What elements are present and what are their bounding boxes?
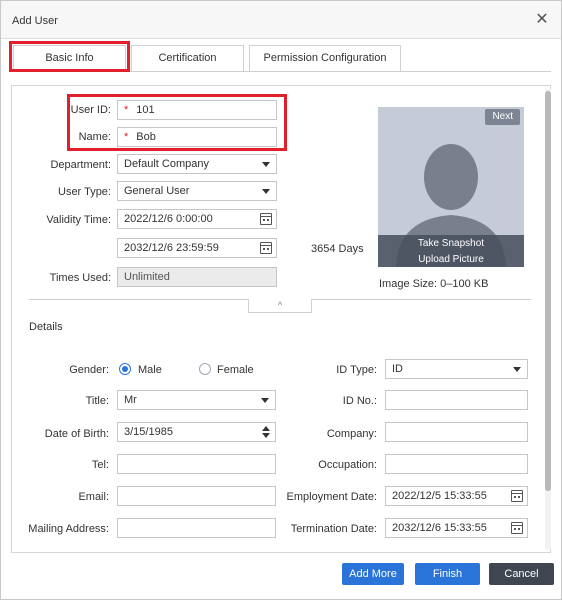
chevron-up-icon: ^ <box>277 300 283 310</box>
title-value: Mr <box>124 394 137 406</box>
email-label: Email: <box>78 491 109 503</box>
gender-male-label: Male <box>138 364 162 376</box>
id-name-highlight-box <box>67 94 287 151</box>
employment-date-field[interactable]: 2022/12/5 15:33:55 <box>385 486 528 506</box>
validity-start-value: 2022/12/6 0:00:00 <box>124 213 213 225</box>
tel-label: Tel: <box>91 459 109 471</box>
validity-time-label: Validity Time: <box>46 214 111 226</box>
close-icon[interactable]: ✕ <box>533 11 551 29</box>
user-type-value: General User <box>124 185 190 197</box>
tab-permission-configuration[interactable]: Permission Configuration <box>249 45 401 71</box>
finish-button[interactable]: Finish <box>415 563 480 585</box>
department-label: Department: <box>50 159 111 171</box>
photo-area: Next Take Snapshot Upload Picture <box>378 107 524 267</box>
user-type-select[interactable]: General User <box>117 181 277 201</box>
tab-highlight-box <box>9 41 130 72</box>
user-type-label: User Type: <box>58 186 111 198</box>
tel-field[interactable] <box>117 454 276 474</box>
department-value: Default Company <box>124 158 209 170</box>
calendar-icon[interactable] <box>511 522 523 534</box>
title-label: Title: <box>85 395 109 407</box>
times-used-value: Unlimited <box>124 271 170 283</box>
title-select[interactable]: Mr <box>117 390 276 410</box>
dob-label: Date of Birth: <box>44 428 109 440</box>
company-field[interactable] <box>385 422 528 442</box>
chevron-down-icon <box>262 162 270 167</box>
gender-label: Gender: <box>69 364 109 376</box>
department-select[interactable]: Default Company <box>117 154 277 174</box>
id-type-label: ID Type: <box>336 364 377 376</box>
termination-date-value: 2032/12/6 15:33:55 <box>392 522 487 534</box>
termination-date-label: Termination Date: <box>290 523 377 535</box>
scrollbar-thumb[interactable] <box>545 91 551 491</box>
gender-female-label: Female <box>217 364 254 376</box>
id-no-label: ID No.: <box>342 395 377 407</box>
occupation-field[interactable] <box>385 454 528 474</box>
id-type-value: ID <box>392 363 403 375</box>
validity-start-field[interactable]: 2022/12/6 0:00:00 <box>117 209 277 229</box>
validity-end-value: 2032/12/6 23:59:59 <box>124 242 219 254</box>
validity-end-field[interactable]: 2032/12/6 23:59:59 <box>117 238 277 258</box>
gender-female-radio[interactable] <box>199 363 211 375</box>
tab-certification[interactable]: Certification <box>131 45 244 71</box>
termination-date-field[interactable]: 2032/12/6 15:33:55 <box>385 518 528 538</box>
collapse-toggle[interactable]: ^ <box>248 299 312 313</box>
chevron-down-icon <box>513 367 521 372</box>
calendar-icon[interactable] <box>260 213 272 225</box>
chevron-down-icon <box>261 398 269 403</box>
id-type-select[interactable]: ID <box>385 359 528 379</box>
add-more-button[interactable]: Add More <box>342 563 404 585</box>
image-size-note: Image Size: 0–100 KB <box>379 278 489 290</box>
employment-date-value: 2022/12/5 15:33:55 <box>392 490 487 502</box>
tab-label: Permission Configuration <box>263 52 387 64</box>
tab-label: Certification <box>158 52 217 64</box>
upload-picture-button[interactable]: Upload Picture <box>378 254 524 265</box>
mailing-address-label: Mailing Address: <box>28 523 109 535</box>
dob-value: 3/15/1985 <box>124 426 173 438</box>
email-field[interactable] <box>117 486 276 506</box>
take-snapshot-button[interactable]: Take Snapshot <box>378 238 524 249</box>
validity-days: 3654 Days <box>311 243 364 255</box>
days-value: 3654 <box>311 243 336 255</box>
employment-date-label: Employment Date: <box>286 491 377 503</box>
dialog-title: Add User <box>12 15 58 27</box>
spinner-icon[interactable] <box>262 426 270 438</box>
times-used-field: Unlimited <box>117 267 277 287</box>
mailing-address-field[interactable] <box>117 518 276 538</box>
id-no-field[interactable] <box>385 390 528 410</box>
details-heading: Details <box>29 321 63 333</box>
days-unit: Days <box>338 243 364 255</box>
company-label: Company: <box>326 428 377 440</box>
gender-male-radio[interactable] <box>119 363 131 375</box>
occupation-label: Occupation: <box>318 459 377 471</box>
chevron-down-icon <box>262 189 270 194</box>
times-used-label: Times Used: <box>49 272 111 284</box>
cancel-button[interactable]: Cancel <box>489 563 554 585</box>
dob-field[interactable]: 3/15/1985 <box>117 422 276 442</box>
title-bar: Add User ✕ <box>1 1 561 39</box>
calendar-icon[interactable] <box>511 490 523 502</box>
add-user-dialog: Add User ✕ Basic Info Certification Perm… <box>0 0 562 600</box>
calendar-icon[interactable] <box>260 242 272 254</box>
